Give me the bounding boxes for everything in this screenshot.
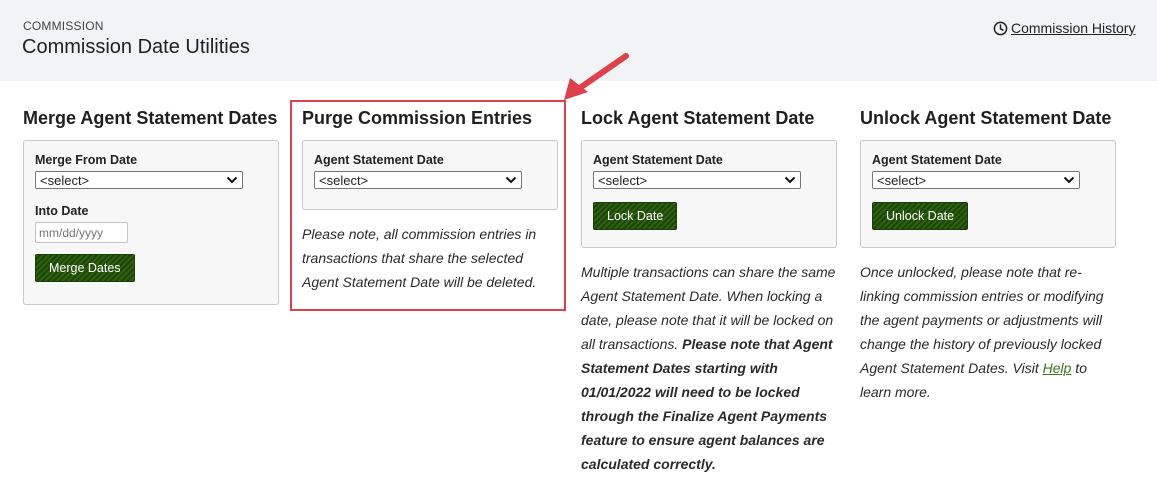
unlock-date-value: <select> [877, 172, 927, 188]
highlight-box [290, 100, 566, 311]
into-date-label: Into Date [35, 204, 89, 218]
lock-date-button[interactable]: Lock Date [593, 202, 678, 230]
unlock-date-button[interactable]: Unlock Date [872, 202, 969, 230]
merge-title: Merge Agent Statement Dates [23, 108, 278, 128]
commission-history-link[interactable]: Commission History [993, 20, 1135, 36]
unlock-card: Agent Statement Date <select> Unlock Dat… [860, 140, 1116, 248]
lock-date-value: <select> [598, 172, 648, 188]
merge-dates-button[interactable]: Merge Dates [35, 254, 135, 282]
unlock-section: Unlock Agent Statement Date Agent Statem… [860, 108, 1118, 404]
into-date-input[interactable] [35, 222, 128, 243]
chevron-down-icon [226, 176, 238, 184]
merge-from-select[interactable]: <select> [35, 171, 243, 189]
merge-card: Merge From Date <select> Into Date Merge… [23, 140, 279, 305]
merge-from-value: <select> [40, 172, 90, 188]
lock-date-select[interactable]: <select> [593, 171, 801, 189]
help-link[interactable]: Help [1043, 360, 1072, 376]
lock-section: Lock Agent Statement Date Agent Statemen… [581, 108, 839, 476]
breadcrumb: COMMISSION [23, 19, 104, 33]
merge-section: Merge Agent Statement Dates Merge From D… [23, 108, 281, 305]
lock-note: Multiple transactions can share the same… [581, 260, 843, 476]
merge-from-label: Merge From Date [35, 153, 138, 167]
commission-history-label[interactable]: Commission History [1011, 20, 1135, 36]
lock-title: Lock Agent Statement Date [581, 108, 815, 128]
lock-card: Agent Statement Date <select> Lock Date [581, 140, 837, 248]
lock-note-warning: Please note that Agent Statement Dates s… [581, 336, 833, 472]
unlock-note: Once unlocked, please note that re-linki… [860, 260, 1116, 404]
annotation-arrow [564, 53, 629, 100]
unlock-date-label: Agent Statement Date [872, 153, 1002, 167]
page-title: Commission Date Utilities [22, 36, 250, 58]
chevron-down-icon [784, 176, 796, 184]
chevron-down-icon [1063, 176, 1075, 184]
unlock-title: Unlock Agent Statement Date [860, 108, 1112, 128]
lock-date-label: Agent Statement Date [593, 153, 723, 167]
clock-icon [993, 21, 1008, 36]
unlock-date-select[interactable]: <select> [872, 171, 1080, 189]
